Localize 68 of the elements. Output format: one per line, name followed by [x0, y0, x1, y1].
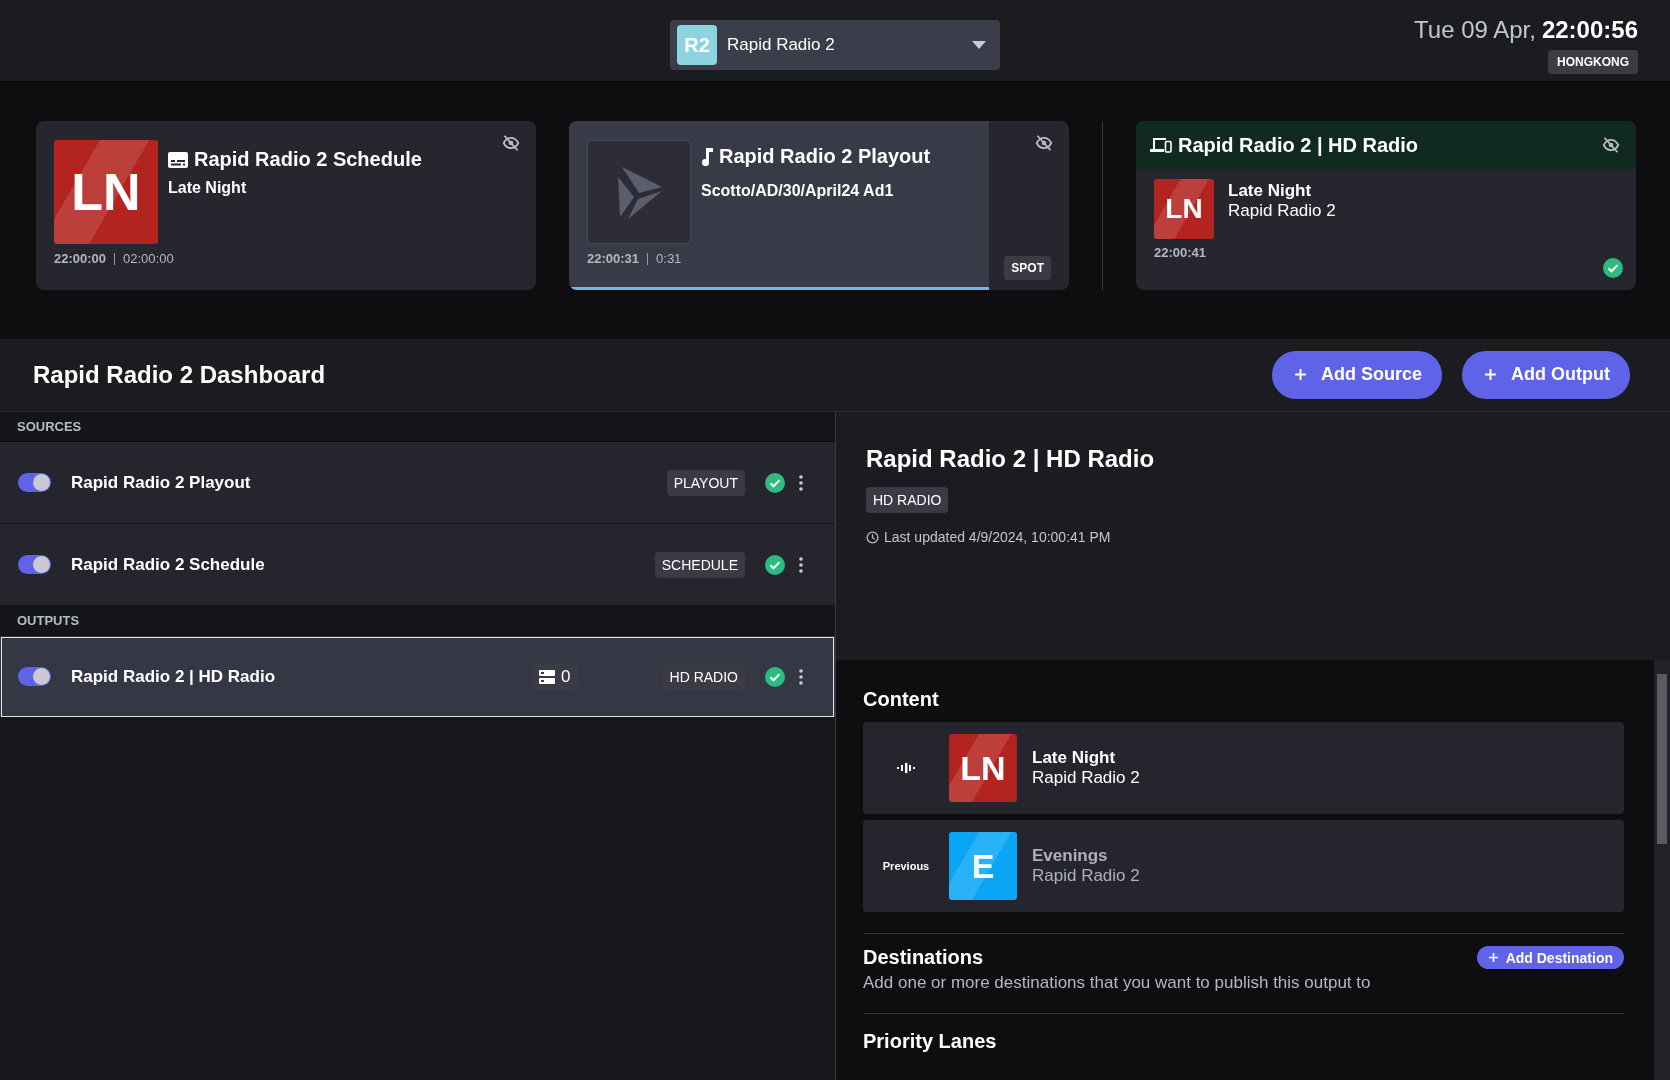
spot-tag: SPOT [1004, 256, 1051, 281]
duration: 0:31 [647, 252, 682, 265]
subtitles-icon [168, 151, 188, 168]
eye-off-icon[interactable] [502, 135, 520, 152]
server-icon [539, 669, 556, 684]
cover-art: LN [54, 140, 158, 245]
last-updated-text: Last updated 4/9/2024, 10:00:41 PM [884, 529, 1111, 545]
start-time: 22:00:00 [54, 251, 108, 267]
timezone-badge: HONGKONG [1548, 50, 1638, 74]
eye-off-icon[interactable] [1035, 135, 1053, 152]
section-heading: Content [863, 688, 940, 711]
card-subtitle: Late Night [168, 179, 248, 198]
clock-icon [866, 530, 879, 544]
card-title: Rapid Radio 2 Playout [719, 145, 931, 169]
section-heading: Destinations [863, 946, 984, 969]
scrollbar[interactable] [1654, 660, 1670, 1080]
start-time: 22:00:31 [587, 251, 641, 267]
plus-icon [1484, 368, 1498, 382]
toggle-switch[interactable] [18, 555, 51, 574]
clock-time: 22:00:56 [1541, 16, 1638, 44]
show-name: Evenings [1032, 846, 1109, 866]
audio-wave-icon [897, 763, 915, 773]
station-name: Rapid Radio 2 [1032, 866, 1140, 886]
caret-icon [972, 41, 986, 49]
item-name: Rapid Radio 2 Playout [71, 472, 252, 493]
duration: 02:00:00 [114, 252, 174, 265]
detail-title: Rapid Radio 2 | HD Radio [866, 445, 1156, 473]
devices-icon [1150, 137, 1172, 154]
cover-art: E [949, 832, 1017, 900]
previous-label: Previous [882, 860, 930, 872]
eye-off-icon[interactable] [1602, 137, 1620, 154]
item-name: Rapid Radio 2 Schedule [71, 554, 266, 575]
more-options-icon[interactable] [799, 474, 803, 491]
station-name: Rapid Radio 2 [1032, 768, 1140, 788]
card-subtitle: Scotto/AD/30/April24 Ad1 [701, 182, 895, 201]
cover-art: LN [949, 734, 1017, 802]
toggle-switch[interactable] [18, 473, 51, 492]
date-text: Tue 09 Apr, [1414, 16, 1536, 44]
add-button[interactable]: Add Source [1272, 351, 1443, 399]
more-options-icon[interactable] [799, 556, 803, 573]
section-heading: Priority Lanes [863, 1030, 998, 1053]
show-name: Late Night [1228, 181, 1313, 202]
type-tag: HD RADIO [662, 663, 745, 690]
list-row[interactable]: Rapid Radio 2 Playout PLAYOUT [0, 442, 835, 524]
station-name: Rapid Radio 2 [1228, 201, 1336, 222]
type-tag: HD RADIO [866, 487, 949, 513]
cover-art: LN [1154, 179, 1214, 240]
add-button[interactable]: Add Output [1462, 351, 1630, 399]
toggle-switch[interactable] [18, 667, 51, 686]
more-options-icon[interactable] [799, 668, 803, 685]
start-time: 22:00:41 [1154, 245, 1208, 261]
station-dropdown[interactable]: R2 Rapid Radio 2 [670, 20, 1000, 70]
add-destination-button[interactable]: Add Destination [1476, 946, 1624, 969]
list-row[interactable]: Rapid Radio 2 | HD Radio 0 HD RADIO [0, 636, 835, 718]
type-tag: PLAYOUT [666, 469, 745, 496]
section-description: Add one or more destinations that you want to publish this output to [863, 973, 1372, 993]
station-badge: R2 [677, 25, 717, 65]
count-value: 0 [561, 666, 571, 687]
music-note-icon [701, 147, 713, 166]
plus-icon [1487, 952, 1499, 963]
show-name: Late Night [1032, 748, 1117, 768]
type-tag: SCHEDULE [654, 551, 745, 578]
item-name: Rapid Radio 2 | HD Radio [71, 666, 277, 687]
list-row[interactable]: Rapid Radio 2 Schedule SCHEDULE [0, 524, 835, 606]
card-title: Rapid Radio 2 | HD Radio [1178, 133, 1419, 157]
dashboard-title: Rapid Radio 2 Dashboard [33, 361, 327, 389]
plus-icon [1294, 368, 1307, 382]
card-title: Rapid Radio 2 Schedule [194, 148, 422, 172]
